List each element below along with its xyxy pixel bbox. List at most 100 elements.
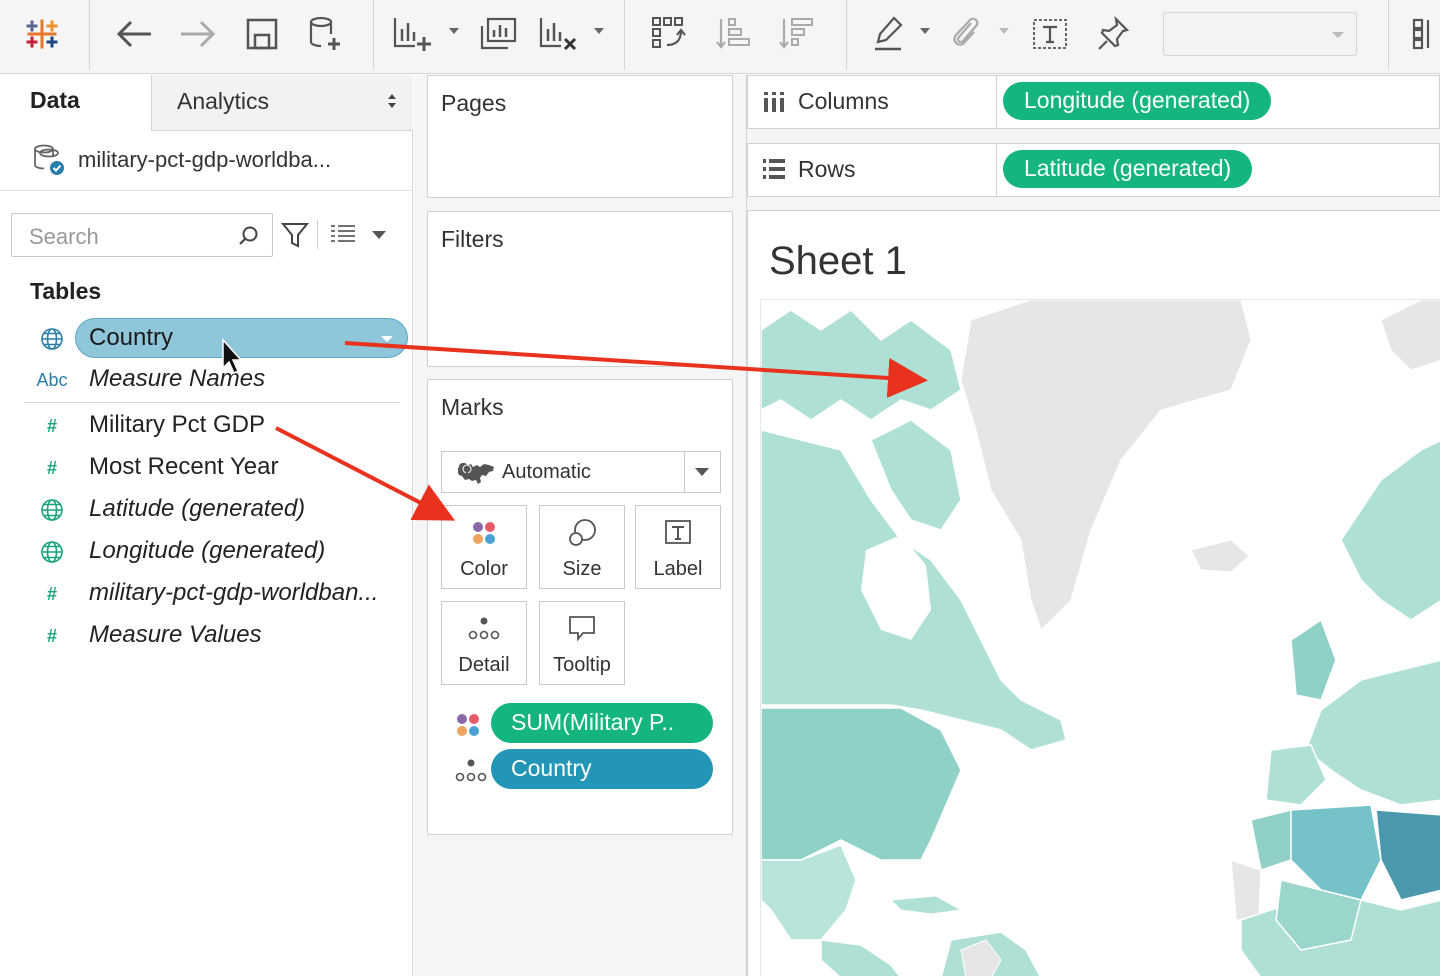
tooltip-icon bbox=[540, 612, 624, 646]
rows-label: Rows bbox=[798, 156, 856, 182]
datasource-name: military-pct-gdp-worldba... bbox=[78, 147, 332, 172]
sheet-title[interactable]: Sheet 1 bbox=[769, 239, 907, 284]
size-button[interactable]: Size bbox=[539, 505, 625, 589]
filters-title: Filters bbox=[441, 226, 504, 252]
clear-sheet-icon[interactable] bbox=[538, 12, 578, 56]
tab-analytics[interactable]: Analytics bbox=[151, 75, 413, 131]
field-country-label: Country bbox=[89, 324, 174, 351]
filters-card[interactable]: Filters bbox=[427, 211, 733, 367]
swap-icon[interactable] bbox=[649, 12, 689, 56]
field-latitude[interactable]: Latitude (generated) bbox=[0, 489, 413, 529]
country-pill-dragging[interactable]: Country bbox=[75, 318, 408, 358]
filter-icon[interactable] bbox=[281, 221, 309, 249]
label-button[interactable]: Label bbox=[635, 505, 721, 589]
tab-data[interactable]: Data bbox=[0, 75, 151, 131]
arctic-islands bbox=[761, 309, 962, 421]
sort-descending-icon[interactable] bbox=[777, 12, 817, 56]
datasource-row[interactable]: military-pct-gdp-worldba... bbox=[0, 131, 413, 191]
usa bbox=[761, 707, 962, 861]
paperclip-icon[interactable] bbox=[946, 12, 986, 56]
duplicate-sheet-icon[interactable] bbox=[478, 12, 518, 56]
size-icon bbox=[540, 516, 624, 550]
central-america bbox=[820, 939, 901, 976]
columns-label: Columns bbox=[798, 88, 889, 114]
search-input[interactable]: Search bbox=[11, 213, 273, 257]
pages-title: Pages bbox=[441, 90, 507, 116]
tooltip-button[interactable]: Tooltip bbox=[539, 601, 625, 685]
field-military-pct-gdp[interactable]: # Military Pct GDP bbox=[0, 405, 413, 445]
mark-type-select[interactable]: Automatic bbox=[441, 451, 721, 493]
hash-icon: # bbox=[46, 415, 57, 436]
tooltip-button-label: Tooltip bbox=[553, 654, 611, 676]
baffin-island bbox=[870, 419, 962, 531]
svalbard bbox=[1380, 300, 1440, 371]
chevron-down-icon bbox=[695, 468, 709, 476]
libya bbox=[1375, 809, 1440, 901]
detail-button-label: Detail bbox=[458, 654, 510, 676]
field-measure-values[interactable]: # Measure Values bbox=[0, 615, 413, 655]
field-label: Measure Names bbox=[89, 365, 266, 392]
chevron-down-icon bbox=[381, 336, 393, 342]
world-map[interactable] bbox=[761, 300, 1440, 976]
field-label: Longitude (generated) bbox=[89, 537, 326, 564]
new-datasource-icon[interactable] bbox=[305, 12, 345, 56]
pin-icon[interactable] bbox=[1093, 12, 1133, 56]
globe-icon bbox=[38, 539, 66, 565]
toolbar bbox=[0, 0, 1440, 74]
tableau-logo-icon[interactable] bbox=[22, 12, 62, 56]
sort-ascending-icon[interactable] bbox=[714, 12, 754, 56]
field-label: Most Recent Year bbox=[89, 453, 279, 480]
label-icon bbox=[636, 516, 720, 550]
highlight-icon[interactable] bbox=[869, 12, 909, 56]
new-worksheet-icon[interactable] bbox=[392, 12, 432, 56]
hash-icon: # bbox=[46, 583, 57, 604]
field-measure-names[interactable]: Abc Measure Names bbox=[0, 359, 413, 399]
field-most-recent-year[interactable]: # Most Recent Year bbox=[0, 447, 413, 487]
search-placeholder: Search bbox=[29, 224, 99, 249]
columns-pill-label: Longitude (generated) bbox=[1024, 87, 1251, 113]
greenland bbox=[960, 300, 1252, 631]
tab-analytics-label: Analytics bbox=[177, 88, 270, 114]
mexico bbox=[761, 844, 857, 941]
field-label: Latitude (generated) bbox=[89, 495, 306, 522]
redo-icon[interactable] bbox=[178, 12, 218, 56]
field-record-count[interactable]: # military-pct-gdp-worldban... bbox=[0, 573, 413, 613]
fit-select[interactable] bbox=[1163, 12, 1357, 56]
iceland bbox=[1190, 539, 1250, 573]
field-label: Military Pct GDP bbox=[89, 411, 266, 438]
columns-pill-longitude[interactable]: Longitude (generated) bbox=[1003, 82, 1272, 120]
marks-card: Marks Automatic Color Size Label Detail bbox=[427, 379, 733, 835]
field-label: military-pct-gdp-worldban... bbox=[89, 579, 379, 606]
marks-pill-label: Country bbox=[511, 755, 592, 781]
color-button[interactable]: Color bbox=[441, 505, 527, 589]
text-label-icon[interactable] bbox=[1030, 12, 1070, 56]
detail-icon bbox=[455, 759, 487, 782]
search-icon bbox=[239, 226, 258, 245]
map-view[interactable] bbox=[760, 299, 1440, 976]
pages-card[interactable]: Pages bbox=[427, 75, 733, 198]
rows-pill-label: Latitude (generated) bbox=[1024, 155, 1232, 181]
map-mark-icon bbox=[458, 462, 494, 484]
label-button-label: Label bbox=[653, 558, 703, 580]
tables-heading: Tables bbox=[30, 278, 102, 304]
detail-icon bbox=[442, 612, 526, 646]
cuba bbox=[889, 895, 963, 915]
chevron-down-icon[interactable] bbox=[372, 231, 386, 239]
marks-pill-sum-military[interactable]: SUM(Military P.. bbox=[491, 703, 713, 743]
rows-shelf[interactable]: Rows Latitude (generated) bbox=[747, 143, 1440, 197]
color-icon bbox=[442, 516, 526, 550]
save-icon[interactable] bbox=[242, 12, 282, 56]
show-me-icon[interactable] bbox=[1404, 12, 1440, 56]
undo-icon[interactable] bbox=[114, 12, 154, 56]
tab-data-label: Data bbox=[30, 87, 80, 113]
field-longitude[interactable]: Longitude (generated) bbox=[0, 531, 413, 571]
list-view-icon[interactable] bbox=[330, 223, 356, 245]
western-sahara bbox=[1230, 858, 1262, 921]
rows-pill-latitude[interactable]: Latitude (generated) bbox=[1003, 150, 1253, 188]
detail-button[interactable]: Detail bbox=[441, 601, 527, 685]
marks-pill-country[interactable]: Country bbox=[491, 749, 713, 789]
data-pane: Data Analytics military-pct-gdp-worldba.… bbox=[0, 75, 413, 976]
rows-icon bbox=[763, 159, 785, 179]
datasource-icon bbox=[34, 144, 64, 175]
columns-shelf[interactable]: Columns Longitude (generated) bbox=[747, 75, 1440, 129]
